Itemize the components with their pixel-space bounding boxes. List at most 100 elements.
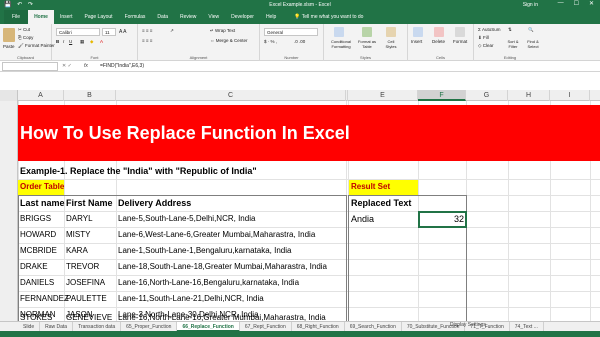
column-header-b[interactable]: B (64, 90, 116, 101)
wrap-text-button[interactable]: ↵ Wrap Text (210, 28, 235, 34)
column-header-g[interactable]: G (466, 90, 508, 101)
last-name-cell[interactable]: DRAKE (18, 259, 48, 275)
address-cell[interactable]: Lane-6,West-Lane-6,Greater Mumbai,Mahara… (116, 227, 315, 243)
italic-button[interactable]: I (63, 39, 64, 44)
tab-developer[interactable]: Developer (225, 10, 260, 24)
last-name-cell[interactable]: HOWARD (18, 227, 56, 243)
first-name-cell[interactable]: DARYL (64, 211, 93, 227)
cell-styles-button[interactable]: Cell Styles (382, 39, 400, 49)
last-name-cell[interactable]: MCBRIDE (18, 243, 57, 259)
sheet-tab[interactable]: Raw Data (40, 321, 74, 332)
find-select-icon[interactable]: 🔍 (528, 27, 534, 33)
sheet-tab[interactable]: Transaction data (73, 321, 122, 332)
column-header-f[interactable]: F (418, 90, 466, 101)
orientation-icon[interactable]: ↗ (170, 28, 174, 34)
last-name-cell[interactable]: FERNANDEZ (18, 291, 69, 307)
first-name-cell[interactable]: KARA (64, 243, 88, 259)
tab-home[interactable]: Home (28, 10, 54, 24)
formula-controls[interactable]: ✕ ✓ (62, 63, 72, 69)
paste-icon[interactable] (3, 28, 15, 42)
format-as-table-button[interactable]: Format as Table (356, 39, 378, 49)
underline-button[interactable]: U (69, 39, 72, 44)
merge-center-button[interactable]: ⇔ Merge & Center (210, 38, 248, 43)
decimal-icon[interactable]: .0 .00 (294, 39, 305, 44)
sheet-tab[interactable]: 67_Rept_Function (240, 321, 292, 332)
delete-cells-icon[interactable] (434, 27, 444, 37)
sheet-tab[interactable]: Slide (18, 321, 41, 332)
align-left-icon[interactable]: ≡ ≡ ≡ (142, 38, 152, 43)
name-box[interactable] (2, 62, 58, 71)
format-cells-button[interactable]: Format (453, 39, 467, 44)
address-cell[interactable]: Lane-5,South-Lane-5,Delhi,NCR, India (116, 211, 255, 227)
result-value[interactable]: Andia (349, 211, 374, 227)
sort-filter-icon[interactable]: ⇅ (508, 27, 512, 33)
font-size-select[interactable]: 11 (102, 28, 116, 36)
tab-data[interactable]: Data (151, 10, 174, 24)
tab-insert[interactable]: Insert (54, 10, 79, 24)
address-cell[interactable]: Lane-16,North-Lane-16,Greater Mumbai,Mah… (116, 313, 326, 321)
address-cell[interactable]: Lane-11,South-Lane-21,Delhi,NCR, India (116, 291, 264, 307)
number-format-select[interactable]: General (264, 28, 318, 36)
first-name-cell[interactable]: GENEVIEVE (64, 313, 112, 321)
fill-color-icon[interactable]: ◆ (90, 39, 93, 45)
address-cell[interactable]: Lane-16,North-Lane-16,Bengaluru,karnatak… (116, 275, 299, 291)
tab-file[interactable]: File (4, 10, 29, 24)
copy-button[interactable]: ⎘ Copy (18, 35, 33, 40)
first-name-cell[interactable]: PAULETTE (64, 291, 107, 307)
worksheet-grid[interactable]: How To Use Replace Function In Excel Exa… (18, 101, 600, 321)
paste-button[interactable]: Paste (3, 44, 15, 49)
tab-help[interactable]: Help (260, 10, 282, 24)
fx-icon[interactable]: fx (84, 63, 88, 69)
cut-button[interactable]: ✂ Cut (18, 27, 30, 33)
last-name-cell[interactable]: STOKES (18, 313, 52, 321)
autosum-button[interactable]: Σ AutoSum (478, 27, 501, 32)
conditional-formatting-button[interactable]: Conditional Formatting (327, 39, 355, 49)
tell-me-search[interactable]: 💡 Tell me what you want to do (288, 10, 369, 24)
minimize-button[interactable]: — (558, 0, 564, 10)
select-all-corner[interactable] (0, 90, 18, 101)
column-header-a[interactable]: A (18, 90, 64, 101)
close-button[interactable]: ✕ (589, 0, 594, 10)
sheet-tab[interactable]: 74_Text ... (510, 321, 544, 332)
address-cell[interactable]: Lane-1,South-Lane-1,Bengaluru,karnataka,… (116, 243, 291, 259)
fill-button[interactable]: ⬇ Fill (478, 35, 489, 41)
first-name-cell[interactable]: TREVOR (64, 259, 99, 275)
sort-filter-button[interactable]: Sort & Filter (504, 39, 522, 49)
column-header-e[interactable]: E (348, 90, 418, 101)
currency-icon[interactable]: $ · % , (264, 39, 277, 44)
format-painter-button[interactable]: 🖌 Format Painter (18, 43, 55, 49)
insert-cells-icon[interactable] (413, 27, 423, 37)
address-cell[interactable]: Lane-18,South-Lane-18,Greater Mumbai,Mah… (116, 259, 327, 275)
maximize-button[interactable]: ☐ (574, 0, 579, 10)
bold-button[interactable]: B (56, 39, 59, 44)
first-name-cell[interactable]: JOSEFINA (64, 275, 105, 291)
delete-cells-button[interactable]: Delete (432, 39, 445, 44)
borders-icon[interactable]: ▦ (80, 39, 84, 45)
result-number[interactable]: 32 (418, 211, 464, 227)
last-name-cell[interactable]: DANIELS (18, 275, 54, 291)
formula-input[interactable]: =FIND("India",E6,3) (100, 63, 144, 69)
last-name-cell[interactable]: BRIGGS (18, 211, 51, 227)
tab-review[interactable]: Review (174, 10, 202, 24)
align-top-icon[interactable]: ≡ ≡ ≡ (142, 28, 152, 33)
sheet-tab[interactable]: 65_Proper_Function (121, 321, 178, 332)
conditional-formatting-icon[interactable] (334, 27, 344, 37)
cell-styles-icon[interactable] (386, 27, 396, 37)
first-name-cell[interactable]: MISTY (64, 227, 90, 243)
sheet-tab-active[interactable]: 66_Replace_Function (177, 321, 240, 332)
column-header-h[interactable]: H (508, 90, 550, 101)
sheet-tab[interactable]: 68_Right_Function (292, 321, 345, 332)
font-name-select[interactable]: Calibri (56, 28, 100, 36)
tab-formulas[interactable]: Formulas (119, 10, 152, 24)
sign-in-link[interactable]: Sign in (523, 2, 538, 8)
column-header-c[interactable]: C (116, 90, 346, 101)
font-color-icon[interactable]: A (100, 39, 103, 44)
clear-button[interactable]: ◇ Clear (478, 43, 493, 49)
tab-view[interactable]: View (202, 10, 225, 24)
sheet-tab[interactable]: 69_Search_Function (345, 321, 402, 332)
format-as-table-icon[interactable] (362, 27, 372, 37)
column-header-i[interactable]: I (550, 90, 590, 101)
grow-font-button[interactable]: A A (119, 29, 127, 35)
display-settings-label[interactable]: Display Settings (450, 322, 486, 328)
insert-cells-button[interactable]: Insert (411, 39, 422, 44)
